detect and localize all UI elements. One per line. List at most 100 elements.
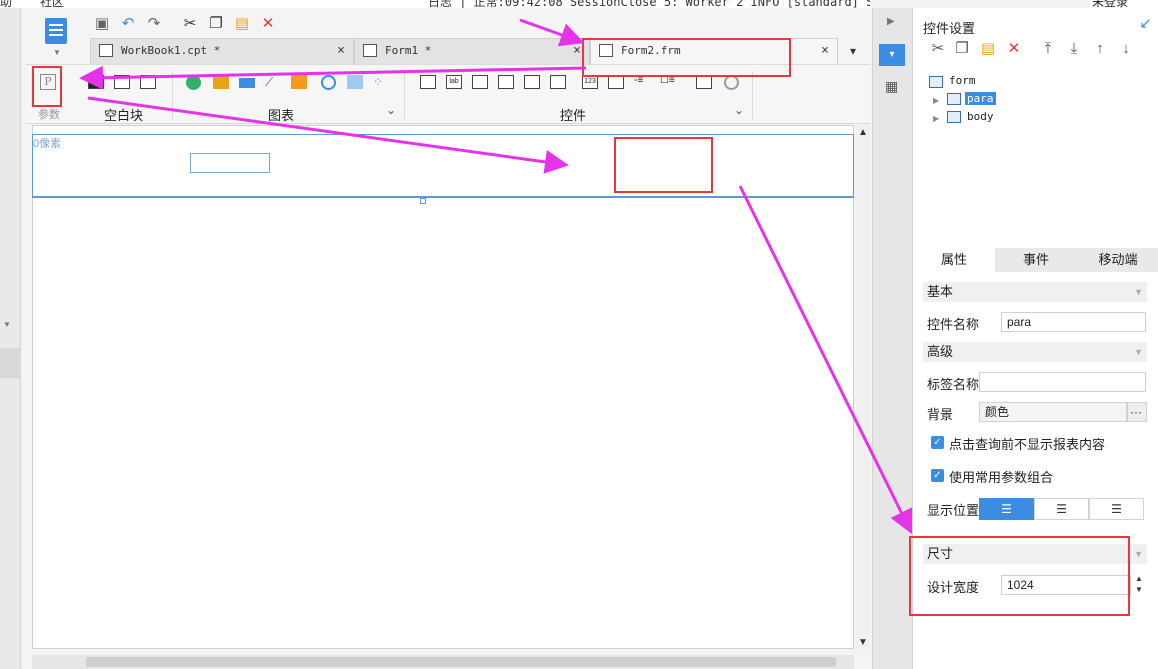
align-left-button[interactable]: ☰ xyxy=(979,498,1034,520)
cut-icon[interactable]: ✂ xyxy=(929,40,947,58)
widget-settings-dock-button[interactable]: ▾ xyxy=(879,44,905,66)
checkbox-group-icon[interactable]: ☐≡ xyxy=(660,75,676,89)
bar-chart-icon[interactable] xyxy=(213,75,229,89)
align-center-button[interactable]: ☰ xyxy=(1034,498,1089,520)
move-up-icon[interactable]: ↑ xyxy=(1091,40,1109,58)
divider xyxy=(172,71,173,119)
listbox-widget-icon[interactable] xyxy=(608,75,624,89)
move-bottom-icon[interactable]: ⤓ xyxy=(1065,40,1083,58)
scroll-up-icon[interactable]: ▲ xyxy=(858,127,868,138)
new-document-icon xyxy=(45,18,67,44)
stacked-bar-icon[interactable] xyxy=(239,78,255,88)
increment-icon[interactable]: ▲ xyxy=(1133,574,1145,584)
resize-handle[interactable] xyxy=(420,198,426,204)
absolute-block-icon[interactable] xyxy=(140,75,156,89)
cut-icon[interactable]: ✂ xyxy=(180,14,200,34)
horizontal-scrollbar[interactable] xyxy=(32,655,854,669)
chevron-down-icon[interactable]: ▼ xyxy=(53,48,61,57)
design-canvas[interactable] xyxy=(32,125,854,649)
text-widget-icon[interactable]: lab xyxy=(446,75,462,89)
search-widget-icon[interactable] xyxy=(696,75,712,89)
radar-chart-icon[interactable] xyxy=(347,75,363,89)
chevron-down-icon: ▼ xyxy=(1134,549,1143,559)
tab-block-icon[interactable] xyxy=(114,75,130,89)
line-chart-icon[interactable]: ⟋ xyxy=(265,75,281,89)
redo-icon[interactable]: ↷ xyxy=(144,14,164,34)
chevron-down-icon[interactable]: ⌄ xyxy=(734,103,744,117)
widget-name-input[interactable]: para xyxy=(1001,312,1146,332)
pie-chart-icon[interactable] xyxy=(186,75,201,90)
parameter-label: 参数 xyxy=(38,109,60,121)
left-menu-community[interactable]: 社区 xyxy=(40,0,64,8)
section-basic[interactable]: 基本 ▼ xyxy=(923,282,1147,302)
close-icon[interactable]: × xyxy=(821,39,829,63)
tab-properties[interactable]: 属性 xyxy=(913,248,995,272)
parameter-field-placeholder[interactable] xyxy=(190,153,270,173)
textbox-widget-icon[interactable] xyxy=(472,75,488,89)
log-status-strip: 助 社区 日志 | 正常:09:42:08 SessionClose 5: Wo… xyxy=(0,0,870,8)
checkbox-common-param-combo[interactable]: ✓ xyxy=(931,469,944,482)
copy-icon[interactable]: ❐ xyxy=(206,14,226,34)
expand-arrow-icon[interactable]: ▶ xyxy=(887,16,895,27)
paste-icon[interactable]: ▤ xyxy=(232,14,252,34)
tree-item-body[interactable]: body xyxy=(967,110,994,123)
vertical-scrollbar[interactable]: ▲ ▼ xyxy=(856,125,870,649)
tree-item-form[interactable]: form xyxy=(949,74,976,87)
tab-workbook1[interactable]: WorkBook1.cpt * × xyxy=(90,38,354,64)
checkbox-hide-before-query[interactable]: ✓ xyxy=(931,436,944,449)
close-icon[interactable]: × xyxy=(573,39,581,63)
delete-icon[interactable]: ✕ xyxy=(1005,40,1023,58)
tab-list-menu-icon[interactable]: ▾ xyxy=(838,40,868,62)
save-icon[interactable]: ▣ xyxy=(92,14,112,34)
calendar-widget-icon[interactable] xyxy=(550,75,566,89)
tab-mobile[interactable]: 移动端 xyxy=(1077,248,1158,272)
number-widget-icon[interactable]: 123 xyxy=(582,75,598,89)
paste-icon[interactable]: ▤ xyxy=(979,40,997,58)
decrement-icon[interactable]: ▼ xyxy=(1133,585,1145,595)
chevron-down-icon[interactable]: ⌄ xyxy=(386,103,396,117)
radio-group-icon[interactable]: ◦≡ xyxy=(634,75,650,89)
tab-events[interactable]: 事件 xyxy=(995,248,1077,272)
section-advanced[interactable]: 高级 ▼ xyxy=(923,342,1147,362)
delete-icon[interactable]: ✕ xyxy=(258,14,278,34)
blank-block-icon[interactable] xyxy=(88,75,104,89)
component-library-icon[interactable]: ▦ xyxy=(885,78,898,95)
scrollbar-thumb[interactable] xyxy=(86,657,836,667)
workbook-icon xyxy=(99,44,113,57)
align-right-button[interactable]: ☰ xyxy=(1089,498,1144,520)
new-template-button[interactable]: ▼ xyxy=(30,14,82,60)
scatter-chart-icon[interactable]: ⁘ xyxy=(373,75,389,89)
widget-name-label: 控件名称 xyxy=(927,317,980,332)
gauge-chart-icon[interactable] xyxy=(321,75,336,90)
background-value[interactable]: 颜色 xyxy=(979,402,1127,422)
tree-expand-icon[interactable]: ▶ xyxy=(933,96,939,105)
gear-icon[interactable] xyxy=(724,75,739,90)
area-chart-icon[interactable] xyxy=(291,75,307,89)
collapse-arrow-icon[interactable]: ▼ xyxy=(3,320,11,329)
undo-icon[interactable]: ↶ xyxy=(118,14,138,34)
para-icon xyxy=(947,93,961,105)
left-menu-help[interactable]: 助 xyxy=(0,0,12,8)
label-widget-icon[interactable] xyxy=(420,75,436,89)
checkbox-label: 使用常用参数组合 xyxy=(949,470,1054,485)
pin-icon[interactable]: ↙ xyxy=(1139,14,1152,32)
scroll-down-icon[interactable]: ▼ xyxy=(858,637,868,648)
date-widget-icon[interactable] xyxy=(524,75,540,89)
move-down-icon[interactable]: ↓ xyxy=(1117,40,1135,58)
login-status[interactable]: 未登录 xyxy=(1090,0,1158,8)
close-icon[interactable]: × xyxy=(337,39,345,63)
background-label: 背景 xyxy=(927,407,954,422)
tab-form1[interactable]: Form1 * × xyxy=(354,38,590,64)
tag-name-input[interactable] xyxy=(979,372,1146,392)
log-status-text: 日志 | 正常:09:42:08 SessionClose 5: Worker … xyxy=(428,0,870,8)
parameter-pane[interactable]: 0像素 xyxy=(32,134,854,198)
background-more-button[interactable]: ··· xyxy=(1127,402,1147,422)
dropdown-widget-icon[interactable] xyxy=(498,75,514,89)
tree-expand-icon[interactable]: ▶ xyxy=(933,114,939,123)
move-top-icon[interactable]: ⤒ xyxy=(1039,40,1057,58)
copy-icon[interactable]: ❐ xyxy=(953,40,971,58)
left-dock-selected[interactable] xyxy=(0,348,21,378)
divider xyxy=(404,71,405,119)
tree-item-para[interactable]: para xyxy=(965,92,996,105)
group-label-blank: 空白块 xyxy=(104,108,144,123)
